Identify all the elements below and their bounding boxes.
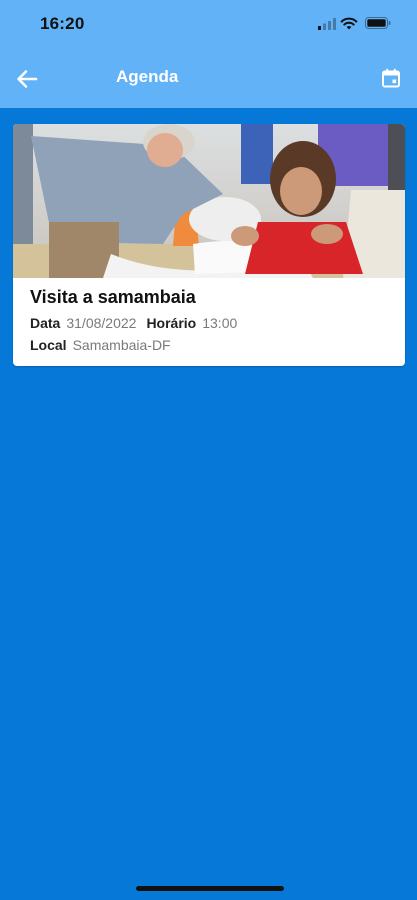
- date-time-row: Data 31/08/2022 Horário 13:00: [30, 313, 395, 333]
- app-bar: Agenda: [0, 52, 417, 108]
- battery-icon: [365, 17, 391, 29]
- event-details: Visita a samambaia Data 31/08/2022 Horário…: [30, 286, 395, 355]
- time-value: 13:00: [202, 315, 238, 331]
- event-photo: [13, 124, 405, 278]
- home-indicator[interactable]: [136, 886, 284, 891]
- location-value: Samambaia-DF: [72, 337, 171, 353]
- location-row: Local Samambaia-DF: [30, 335, 395, 355]
- time-label: Horário: [146, 315, 197, 331]
- wifi-icon: [340, 17, 358, 30]
- status-bar: 16:20: [0, 0, 417, 46]
- date-value: 31/08/2022: [66, 315, 137, 331]
- cellular-signal-icon: [318, 18, 336, 30]
- status-time: 16:20: [40, 14, 85, 33]
- app-header: 16:20 Agenda: [0, 0, 417, 108]
- page-title: Agenda: [116, 67, 179, 86]
- date-label: Data: [30, 315, 61, 331]
- calendar-icon: [382, 68, 400, 88]
- event-title: Visita a samambaia: [30, 287, 196, 307]
- location-label: Local: [30, 337, 67, 353]
- back-button[interactable]: [12, 64, 42, 94]
- event-card[interactable]: Visita a samambaia Data 31/08/2022 Horário…: [13, 124, 405, 366]
- arrow-left-icon: [17, 70, 38, 88]
- calendar-button[interactable]: [377, 64, 405, 92]
